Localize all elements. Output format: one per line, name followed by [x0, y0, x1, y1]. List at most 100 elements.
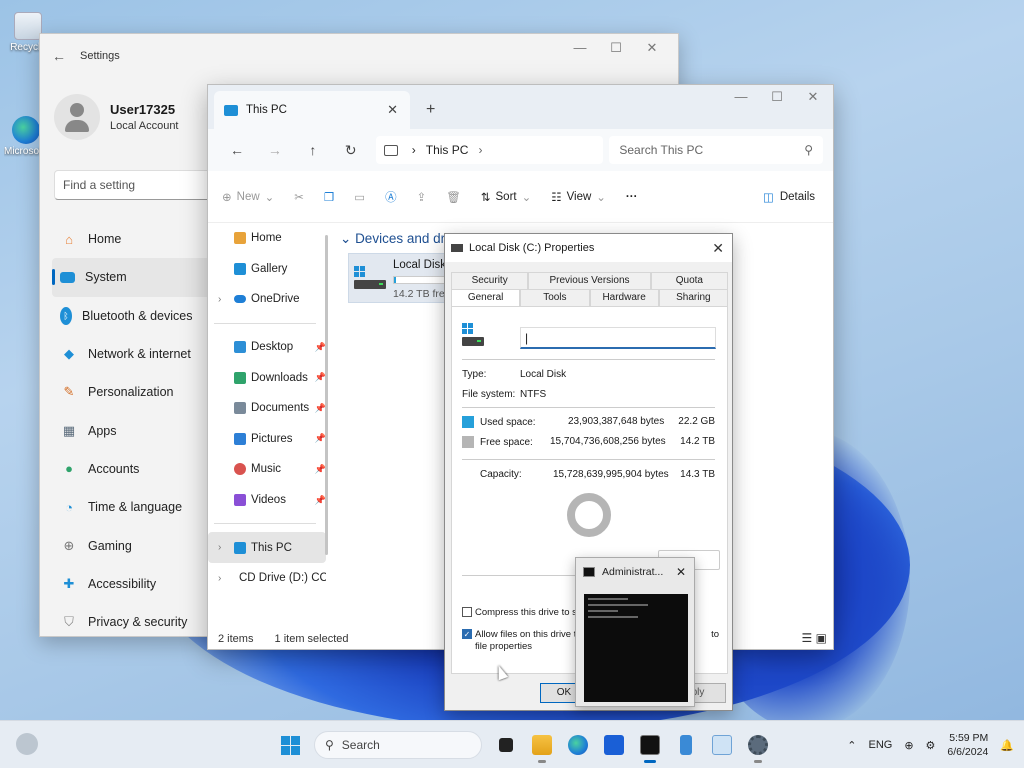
new-tab-button[interactable]: +	[426, 101, 435, 119]
brush-icon: ✎	[63, 384, 75, 400]
store-taskbar-icon[interactable]	[596, 727, 632, 763]
tab-hardware[interactable]: Hardware	[589, 289, 659, 306]
back-button[interactable]: ←	[218, 142, 256, 158]
sidebar-item-music[interactable]: Music 📌	[208, 454, 326, 485]
paste-icon[interactable]: ▭	[354, 190, 365, 204]
sort-button[interactable]: ⇅ Sort ⌄	[481, 190, 531, 204]
taskbar-center: ⚲ Search	[272, 727, 776, 763]
chevron-right-icon[interactable]: ›	[218, 573, 221, 584]
details-label: Details	[779, 190, 815, 203]
nav-item-apps[interactable]: ▦ Apps	[52, 411, 212, 449]
network-icon[interactable]: ⊕	[904, 739, 913, 752]
details-button[interactable]: ◫ Details	[763, 190, 815, 204]
tab-this-pc[interactable]: This PC ✕	[214, 91, 410, 129]
cut-icon[interactable]: ✂	[294, 190, 304, 204]
settings-taskbar-icon[interactable]	[740, 727, 776, 763]
type-row: Type: Local Disk	[462, 369, 566, 380]
close-button[interactable]: ✕	[795, 89, 831, 105]
explorer-tab-strip: This PC ✕ + — ☐ ✕	[208, 85, 833, 129]
settings-search-input[interactable]: Find a setting	[54, 170, 224, 200]
drive-label-input[interactable]: |	[520, 327, 716, 349]
sidebar-item-home[interactable]: Home	[208, 223, 326, 254]
edge-taskbar-icon[interactable]	[560, 727, 596, 763]
share-icon[interactable]: ⇪	[417, 190, 427, 204]
more-button[interactable]: ···	[626, 191, 638, 203]
used-space-label: Used space:	[480, 416, 536, 428]
details-view-icon[interactable]: ☰	[802, 631, 813, 645]
sidebar-item-downloads[interactable]: Downloads 📌	[208, 362, 326, 393]
accessibility-icon: ✚	[63, 575, 75, 591]
date: 6/6/2024	[947, 746, 989, 758]
minimize-button[interactable]: —	[562, 40, 598, 56]
command-prompt-thumbnail[interactable]: Administrat... ✕	[575, 557, 695, 707]
tab-previous-versions[interactable]: Previous Versions	[528, 272, 651, 289]
copy-icon[interactable]: ❐	[324, 190, 334, 204]
tab-security[interactable]: Security	[451, 272, 529, 289]
maximize-button[interactable]: ☐	[598, 40, 634, 56]
delete-icon[interactable]: 🗑	[446, 190, 461, 204]
nav-item-privacy[interactable]: ⛉ Privacy & security	[52, 603, 212, 641]
search-input[interactable]: Search This PC ⚲	[609, 136, 824, 164]
task-view-icon[interactable]	[488, 727, 524, 763]
chevron-right-icon[interactable]: ›	[218, 542, 221, 553]
file-explorer-taskbar-icon[interactable]	[524, 727, 560, 763]
sidebar-item-documents[interactable]: Documents 📌	[208, 393, 326, 424]
tab-general[interactable]: General	[451, 289, 521, 306]
nav-item-time-language[interactable]: ◔ Time & language	[52, 488, 212, 526]
address-bar[interactable]: › This PC ›	[375, 136, 604, 164]
minimize-button[interactable]: —	[723, 89, 759, 105]
nav-item-accounts[interactable]: ● Accounts	[52, 450, 212, 488]
nav-label: Network & internet	[88, 347, 191, 362]
compress-checkbox-row[interactable]: Compress this drive to save	[462, 607, 592, 618]
chevron-up-icon[interactable]: ⌃	[847, 739, 856, 752]
nav-item-system[interactable]: System	[52, 258, 212, 297]
notepad-taskbar-icon[interactable]	[668, 727, 704, 763]
taskbar-search[interactable]: ⚲ Search	[314, 731, 482, 759]
chevron-right-icon[interactable]: ›	[218, 294, 221, 305]
language-indicator[interactable]: ENG	[868, 739, 892, 751]
details-pane-icon: ◫	[762, 191, 774, 204]
rename-icon[interactable]: Ⓐ	[385, 189, 397, 205]
sidebar-label: Home	[251, 232, 282, 245]
up-button[interactable]: ↑	[294, 142, 332, 158]
nav-item-accessibility[interactable]: ✚ Accessibility	[52, 565, 212, 603]
compress-checkbox[interactable]	[462, 607, 472, 618]
notification-bell-icon[interactable]: 🔔	[1000, 739, 1014, 752]
close-tab-icon[interactable]: ✕	[387, 102, 398, 118]
close-button[interactable]: ✕	[634, 40, 670, 56]
index-checkbox[interactable]: ✓	[462, 629, 472, 640]
view-button[interactable]: ☷ View ⌄	[551, 190, 606, 204]
back-arrow-icon[interactable]: ←	[52, 48, 68, 64]
clock[interactable]: 5:59 PM 6/6/2024	[947, 731, 988, 759]
forward-button[interactable]: →	[256, 142, 294, 158]
tab-sharing[interactable]: Sharing	[658, 289, 728, 306]
nav-item-gaming[interactable]: ⊕ Gaming	[52, 526, 212, 564]
monitor-taskbar-icon[interactable]	[704, 727, 740, 763]
navigation-scrollbar[interactable]	[325, 235, 328, 555]
sidebar-item-videos[interactable]: Videos 📌	[208, 485, 326, 516]
new-button[interactable]: ⊕ New ⌄	[222, 190, 274, 204]
sidebar-item-gallery[interactable]: Gallery	[208, 254, 326, 285]
start-button[interactable]	[272, 727, 308, 763]
nav-item-home[interactable]: ⌂ Home	[52, 220, 212, 258]
tab-tools[interactable]: Tools	[520, 289, 590, 306]
widgets-icon[interactable]	[16, 733, 38, 755]
tab-quota[interactable]: Quota	[650, 272, 728, 289]
sidebar-item-desktop[interactable]: Desktop 📌	[208, 332, 326, 363]
close-icon[interactable]: ✕	[676, 565, 686, 579]
sidebar-item-onedrive[interactable]: › OneDrive	[208, 284, 326, 315]
nav-item-bluetooth[interactable]: ᛒ Bluetooth & devices	[52, 297, 212, 335]
sidebar-item-pictures[interactable]: Pictures 📌	[208, 424, 326, 455]
tiles-view-icon[interactable]: ▣	[816, 631, 827, 645]
thumbnail-titlebar: Administrat... ✕	[576, 558, 694, 586]
volume-icon[interactable]: ⚙	[926, 739, 936, 752]
terminal-taskbar-icon[interactable]	[632, 727, 668, 763]
nav-item-network[interactable]: ◆ Network & internet	[52, 335, 212, 373]
refresh-button[interactable]: ↻	[332, 142, 370, 159]
close-button[interactable]: ✕	[712, 240, 724, 257]
sidebar-item-this-pc[interactable]: › This PC	[208, 532, 326, 563]
sidebar-item-cd-drive[interactable]: › CD Drive (D:) CC	[208, 563, 326, 594]
nav-item-personalization[interactable]: ✎ Personalization	[52, 373, 212, 411]
user-profile[interactable]: User17325 Local Account	[54, 94, 179, 140]
maximize-button[interactable]: ☐	[759, 89, 795, 105]
